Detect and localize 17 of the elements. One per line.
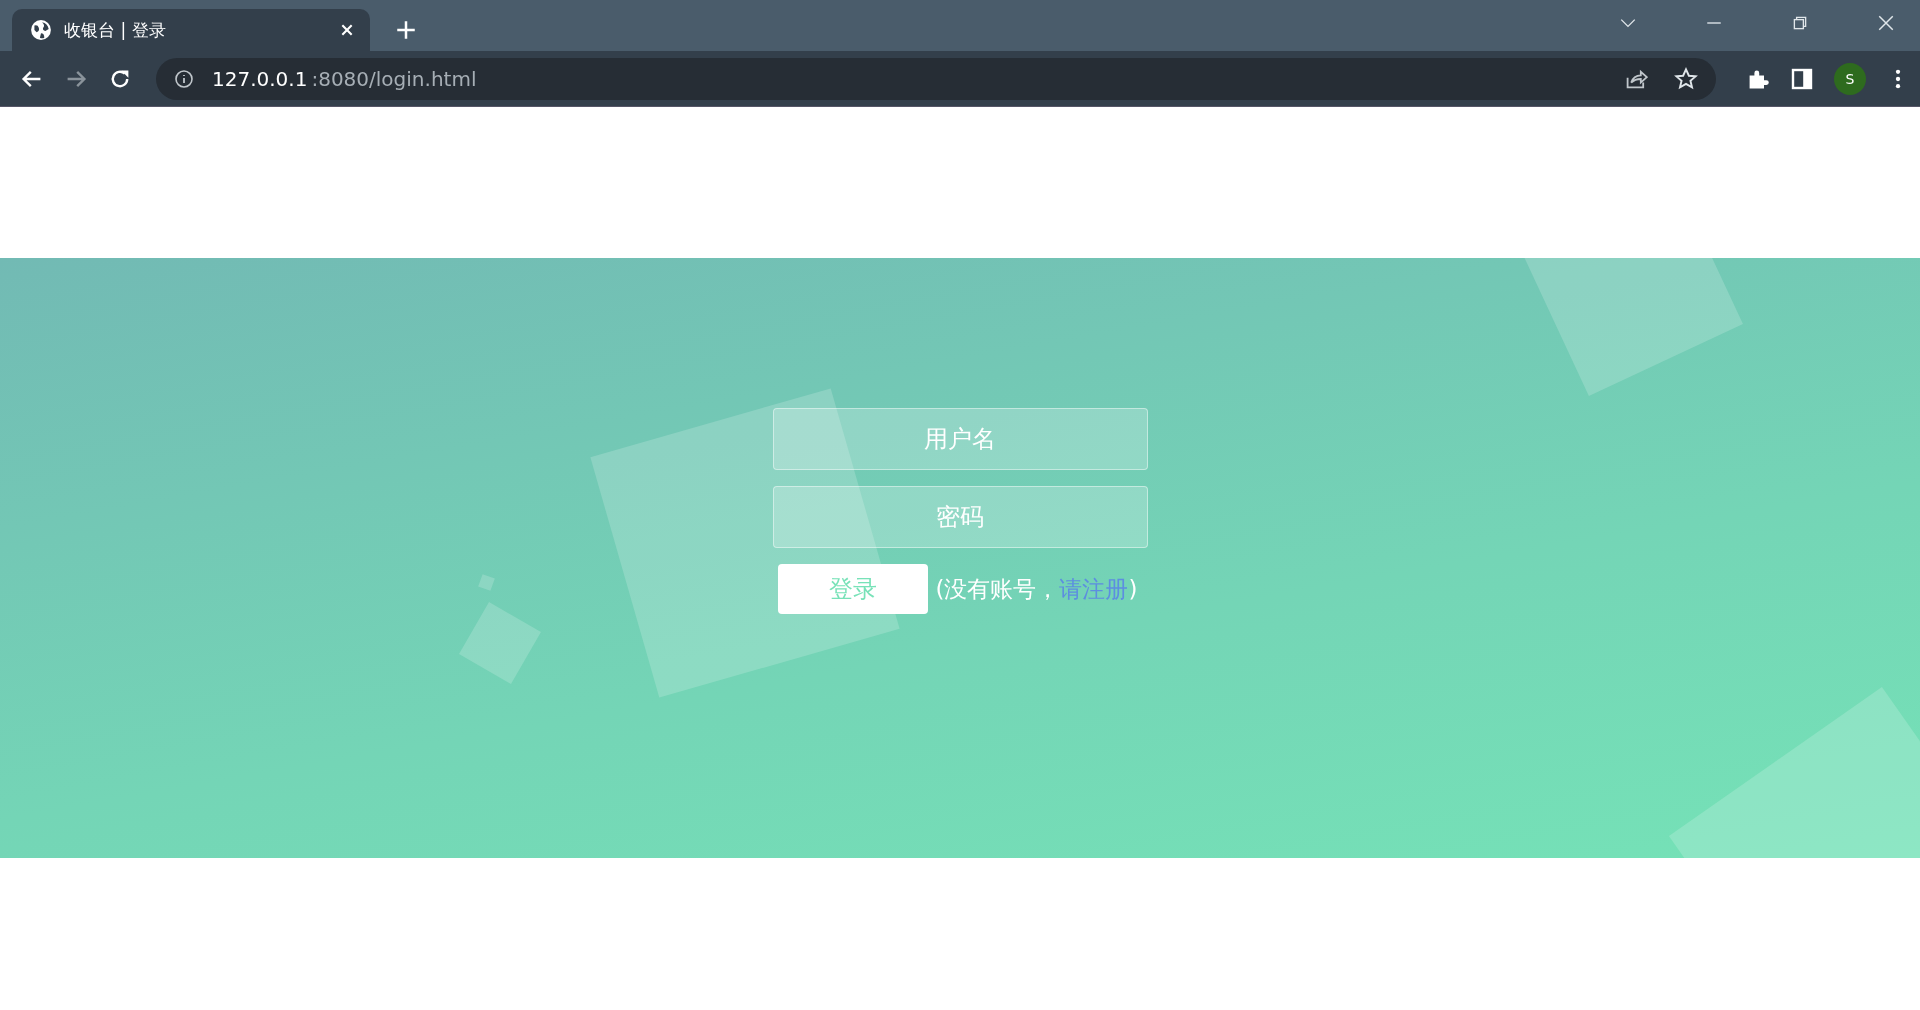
new-tab-icon[interactable] [396,20,416,40]
background-square [478,574,495,591]
info-icon [174,68,194,89]
hint-text: ) [1128,576,1138,602]
close-icon[interactable] [1877,14,1895,32]
globe-icon [30,19,52,41]
star-icon[interactable] [1674,66,1698,91]
url-path: :8080/login.html [311,66,477,91]
side-panel-icon[interactable] [1790,66,1814,91]
hint-text: (没有账号， [935,574,1060,604]
browser-tab[interactable]: 收银台 | 登录 [12,9,370,51]
address-bar[interactable]: 127.0.0.1 :8080/login.html [156,57,1716,100]
profile-avatar[interactable]: S [1834,62,1866,95]
url-host: 127.0.0.1 [212,66,308,91]
username-field[interactable]: 用户名 [772,408,1148,470]
password-field[interactable]: 密码 [772,486,1148,548]
restore-icon[interactable] [1791,14,1809,32]
